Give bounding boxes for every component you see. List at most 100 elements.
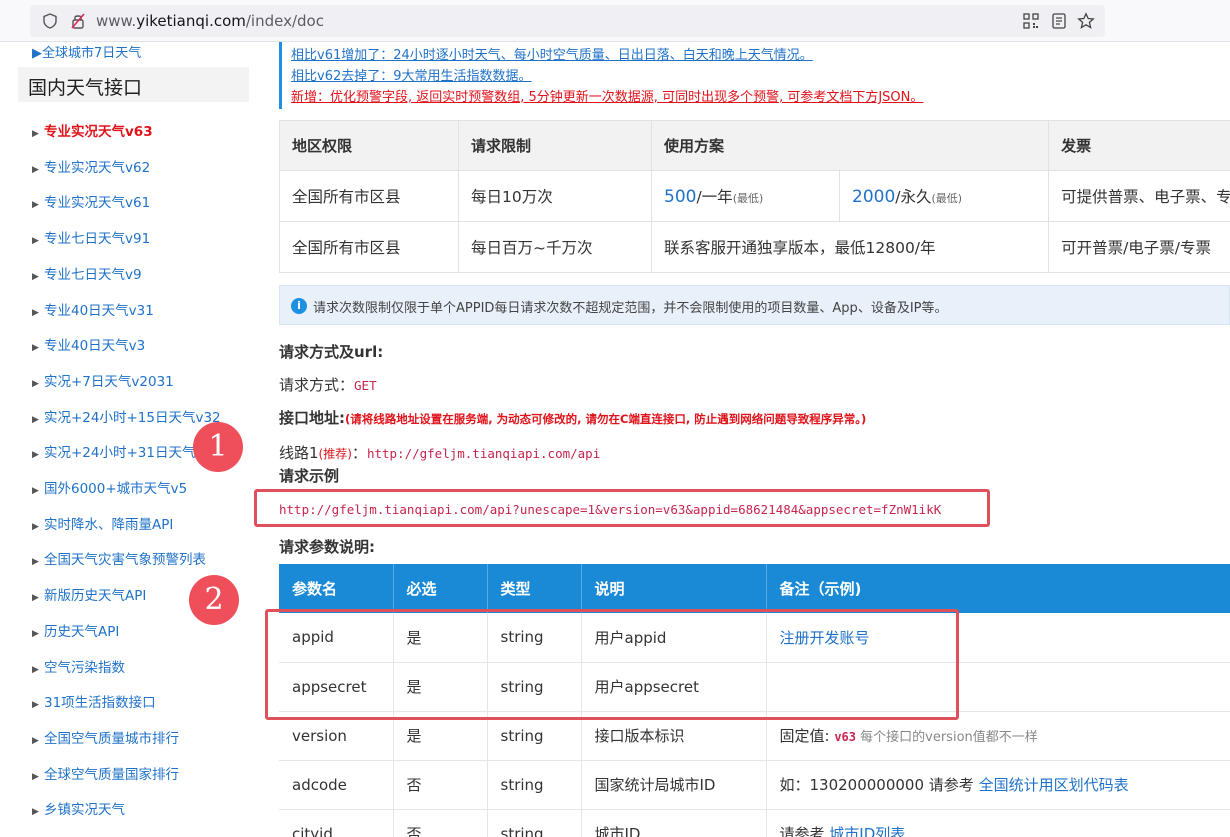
table-row: 全国所有市区县 每日百万~千万次 联系客服开通独享版本，最低12800/年 可开… <box>279 221 1230 273</box>
sidebar-item[interactable]: ▶ 专业七日天气v9 <box>32 263 142 283</box>
adcode-table-link[interactable]: 全国统计用区划代码表 <box>979 776 1129 794</box>
request-method: 请求方式：GET <box>279 376 377 394</box>
triangle-right-icon: ▶ <box>32 129 39 139</box>
sidebar-item-label: 实况+24小时+31日天气 <box>44 445 196 461</box>
info-text: 请求次数限制仅限于单个APPID每日请求次数不超规定范围，并不会限制使用的项目数… <box>313 301 948 316</box>
browser-toolbar: www.yiketianqi.com/index/doc <box>0 0 1230 42</box>
reader-view-icon[interactable] <box>1050 12 1068 30</box>
info-icon: i <box>291 298 307 314</box>
sidebar-item-label: 专业实况天气v63 <box>44 124 153 140</box>
address-bar[interactable]: www.yiketianqi.com/index/doc <box>30 5 1105 37</box>
col-header: 地区权限 <box>279 120 459 171</box>
sidebar-item-label: 专业40日天气v3 <box>44 338 146 354</box>
pricing-table: 地区权限 请求限制 使用方案 发票 全国所有市区县 每日10万次 500/一年(… <box>279 120 1230 273</box>
param-name: cityid <box>279 809 394 837</box>
param-type: string <box>487 809 582 837</box>
cell-region: 全国所有市区县 <box>279 170 459 222</box>
sidebar-item[interactable]: ▶ 全球空气质量国家排行 <box>32 763 179 783</box>
col-header: 请求限制 <box>458 120 652 171</box>
sidebar-item[interactable]: ▶ 专业七日天气v91 <box>32 227 150 247</box>
sidebar-item[interactable]: ▶ 专业40日天气v31 <box>32 299 154 319</box>
col-header: 使用方案 <box>650 120 1050 171</box>
sidebar-item[interactable]: ▶ 专业实况天气v61 <box>32 191 150 211</box>
sidebar-item[interactable]: ▶ 实时降水、降雨量API <box>32 513 173 533</box>
cell-limit: 每日10万次 <box>458 170 652 222</box>
triangle-right-icon: ▶ <box>32 629 39 639</box>
sidebar-item[interactable]: ▶ 专业实况天气v63 <box>32 120 153 140</box>
sidebar-item[interactable]: ▶ 全国天气灾害气象预警列表 <box>32 548 206 568</box>
sidebar-item[interactable]: ▶ 31项生活指数接口 <box>32 691 156 711</box>
sidebar-item[interactable]: ▶ 实况+24小时+15日天气v32 <box>32 406 221 426</box>
section-title: 请求示例 <box>279 467 340 485</box>
cell-invoice: 可提供普票、电子票、专 <box>1048 170 1230 222</box>
sidebar-item-label: 新版历史天气API <box>44 588 147 604</box>
sidebar-item-label: 空气污染指数 <box>44 660 125 676</box>
sidebar-item-label: 实况+7日天气v2031 <box>44 374 174 390</box>
sidebar-item[interactable]: ▶ 乡镇实况天气 <box>32 798 125 818</box>
triangle-right-icon: ▶ <box>32 200 39 210</box>
sidebar-item-label: 国外6000+城市天气v5 <box>44 481 188 497</box>
cityid-list-link[interactable]: 城市ID列表 <box>829 825 905 837</box>
sidebar-item[interactable]: ▶ 全国空气质量城市排行 <box>32 727 179 747</box>
triangle-right-icon: ▶ <box>32 700 39 710</box>
url-text[interactable]: www.yiketianqi.com/index/doc <box>96 12 324 30</box>
triangle-right-icon: ▶ <box>32 272 39 282</box>
triangle-right-icon: ▶ <box>32 308 39 318</box>
triangle-right-icon: ▶ <box>32 522 39 532</box>
plan-option-yearly[interactable]: 500/一年(最低) <box>651 170 840 222</box>
param-note: 如：130200000000 请参考 全国统计用区划代码表 <box>766 760 1230 810</box>
sidebar-item-label: 31项生活指数接口 <box>44 695 156 711</box>
table-row: cityid 否 string 城市ID 请参考 城市ID列表 <box>279 809 1230 837</box>
sidebar-item[interactable]: ▶ 空气污染指数 <box>32 656 125 676</box>
triangle-right-icon: ▶ <box>32 450 39 460</box>
sidebar-item-label: 专业实况天气v62 <box>44 160 151 176</box>
info-alert: i 请求次数限制仅限于单个APPID每日请求次数不超规定范围，并不会限制使用的项… <box>279 285 1230 325</box>
triangle-right-icon: ▶ <box>32 665 39 675</box>
triangle-right-icon: ▶ <box>32 772 39 782</box>
plan-option-permanent[interactable]: 2000/永久(最低) <box>838 170 1050 222</box>
api-line-1: 线路1(推荐)：http://gfeljm.tianqiapi.com/api <box>279 444 601 462</box>
sidebar-item-label: 专业40日天气v31 <box>44 303 154 319</box>
triangle-right-icon: ▶ <box>32 379 39 389</box>
sidebar-item[interactable]: ▶ 专业实况天气v62 <box>32 156 150 176</box>
sidebar-item-label: 实时降水、降雨量API <box>44 517 174 533</box>
col-header: 参数名 <box>279 564 394 613</box>
triangle-right-icon: ▶ <box>32 736 39 746</box>
qr-code-icon[interactable] <box>1022 12 1040 30</box>
sidebar-item[interactable]: ▶ 新版历史天气API <box>32 584 146 604</box>
sidebar-item[interactable]: ▶ 实况+24小时+31日天气 <box>32 441 195 461</box>
sidebar-item-label: 历史天气API <box>44 624 120 640</box>
triangle-right-icon: ▶ <box>32 46 42 61</box>
sidebar-item-label: 乡镇实况天气 <box>44 802 125 818</box>
param-required: 否 <box>393 809 488 837</box>
triangle-right-icon: ▶ <box>32 236 39 246</box>
notice-line[interactable]: 新增：优化预警字段, 返回实时预警数组, 5分钟更新一次数据源, 可同时出现多个… <box>291 86 923 105</box>
sidebar-item[interactable]: ▶ 国外6000+城市天气v5 <box>32 477 187 497</box>
table-row: adcode 否 string 国家统计局城市ID 如：130200000000… <box>279 760 1230 810</box>
col-header: 必选 <box>393 564 488 613</box>
sidebar-item-global-7day[interactable]: ▶全球城市7日天气 <box>32 42 141 61</box>
section-title: 请求参数说明: <box>279 538 375 556</box>
notice-line[interactable]: 相比v61增加了：24小时逐小时天气、每小时空气质量、日出日落、白天和晚上天气情… <box>291 44 813 63</box>
sidebar-item[interactable]: ▶ 历史天气API <box>32 620 119 640</box>
sidebar-item-label: 实况+24小时+15日天气v32 <box>44 410 221 426</box>
sidebar-item[interactable]: ▶ 实况+7日天气v2031 <box>32 370 174 390</box>
triangle-right-icon: ▶ <box>32 486 39 496</box>
param-note: 请参考 城市ID列表 <box>766 809 1230 837</box>
shield-icon[interactable] <box>42 13 58 29</box>
bookmark-star-icon[interactable] <box>1077 12 1095 30</box>
cell-region: 全国所有市区县 <box>279 221 459 273</box>
table-row: 全国所有市区县 每日10万次 500/一年(最低) 2000/永久(最低) 可提… <box>279 170 1230 222</box>
sidebar-item-label: 全国天气灾害气象预警列表 <box>44 552 206 568</box>
param-type: string <box>487 760 582 810</box>
cell-plan: 联系客服开通独享版本，最低12800/年 <box>650 221 1050 273</box>
param-required: 否 <box>393 760 488 810</box>
col-header: 发票 <box>1048 120 1230 171</box>
version-notes: 相比v61增加了：24小时逐小时天气、每小时空气质量、日出日落、白天和晚上天气情… <box>279 42 1230 109</box>
col-header: 类型 <box>487 564 582 613</box>
sidebar-item[interactable]: ▶ 专业40日天气v3 <box>32 334 145 354</box>
lock-icon[interactable] <box>70 12 86 30</box>
notice-line[interactable]: 相比v62去掉了：9大常用生活指数数据。 <box>291 65 532 84</box>
sidebar-item-label: 专业实况天气v61 <box>44 195 151 211</box>
section-title: 请求方式及url: <box>279 343 384 361</box>
